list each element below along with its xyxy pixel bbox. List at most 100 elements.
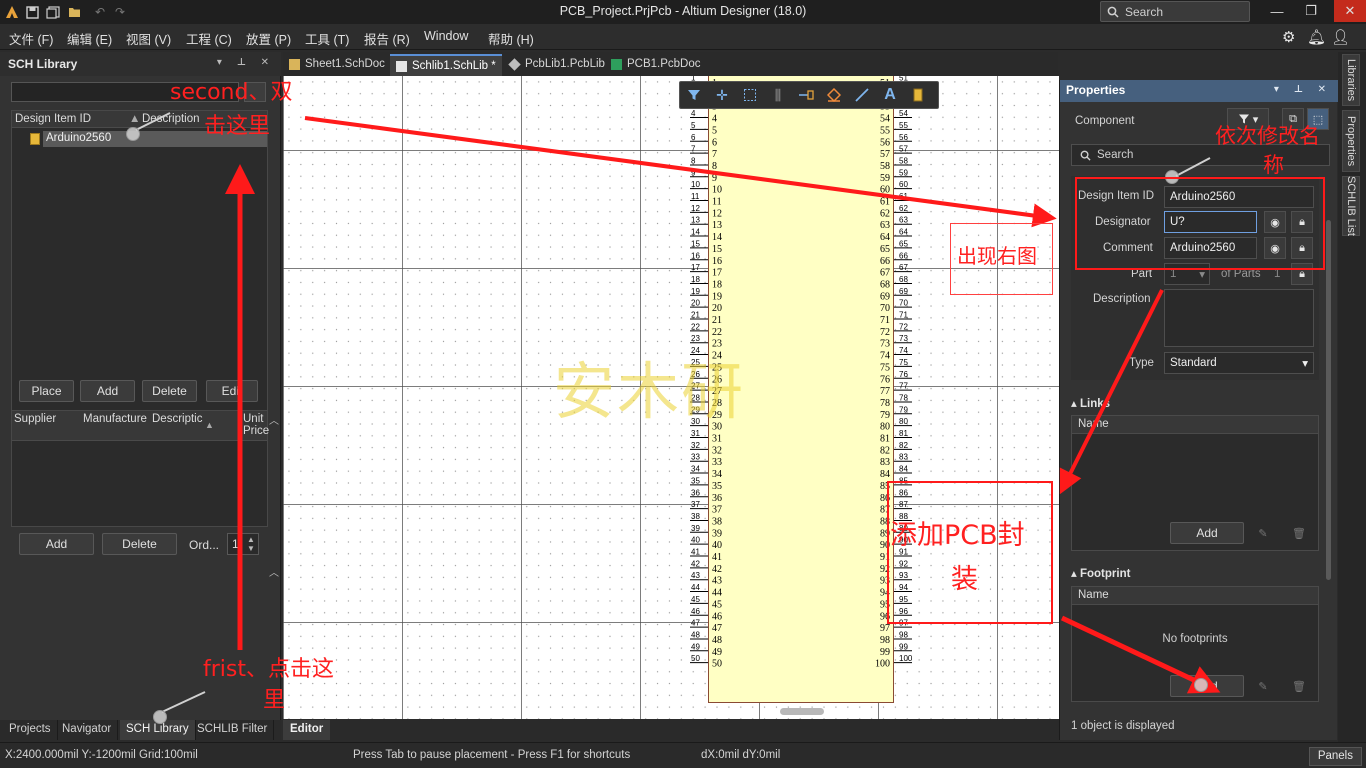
tab-editor[interactable]: Editor bbox=[283, 720, 331, 740]
canvas-scrollbar[interactable] bbox=[780, 708, 824, 715]
properties-scrollbar[interactable] bbox=[1326, 220, 1331, 580]
col-supplier[interactable]: Supplier bbox=[14, 413, 56, 425]
pin-number: 72 bbox=[899, 322, 908, 331]
pin-name: 73 bbox=[880, 339, 890, 350]
pin-name: 22 bbox=[712, 327, 722, 338]
spinner-icon[interactable]: ▲ ▼ bbox=[245, 535, 257, 553]
pin-name: 41 bbox=[712, 552, 722, 563]
tab-pcb1-pcbdoc[interactable]: PCB1.PcbDoc bbox=[605, 54, 707, 76]
place-pin-icon[interactable] bbox=[792, 83, 820, 107]
order-stepper[interactable]: 1 ▲ ▼ bbox=[227, 533, 259, 555]
minimize-button[interactable]: — bbox=[1262, 0, 1292, 22]
links-add-button[interactable]: Add bbox=[1170, 522, 1244, 544]
global-search[interactable]: Search bbox=[1100, 1, 1250, 22]
menu-tools[interactable]: 工具 (T) bbox=[305, 29, 349, 48]
type-label: Type bbox=[1129, 357, 1154, 369]
menu-help[interactable]: 帮助 (H) bbox=[488, 29, 534, 48]
links-col-name[interactable]: Name bbox=[1072, 416, 1318, 434]
delete-button[interactable]: Delete bbox=[142, 380, 197, 402]
pin-number: 9 bbox=[691, 168, 696, 177]
component-part-icon[interactable] bbox=[904, 83, 932, 107]
col-manufacturer[interactable]: Manufacture bbox=[83, 413, 147, 425]
tab-sheet1-schdoc[interactable]: Sheet1.SchDoc bbox=[283, 54, 391, 76]
save-all-icon[interactable] bbox=[45, 4, 61, 20]
gear-icon[interactable]: ⚙ bbox=[1282, 28, 1295, 46]
select-rectangle-icon[interactable] bbox=[736, 83, 764, 107]
pin-name: 71 bbox=[880, 315, 890, 326]
tab-pcblib1-pcblib[interactable]: PcbLib1.PcbLib bbox=[503, 54, 611, 76]
tab-schlib-filter[interactable]: SCHLIB Filter bbox=[191, 720, 275, 740]
tab-properties[interactable]: Properties bbox=[1342, 110, 1360, 172]
col-description[interactable]: Descriptic bbox=[152, 413, 202, 425]
close-button[interactable]: ✕ bbox=[1334, 0, 1366, 22]
col-unit-price[interactable]: Unit Price bbox=[243, 413, 269, 437]
place-button[interactable]: Place bbox=[19, 380, 74, 402]
pin-name: 77 bbox=[880, 386, 890, 397]
text-icon[interactable]: A bbox=[876, 83, 904, 107]
bell-icon[interactable]: 🔔︎ bbox=[1307, 28, 1326, 46]
pencil-icon[interactable]: ✎ bbox=[1252, 675, 1274, 697]
redo-icon[interactable]: ↷ bbox=[112, 4, 128, 20]
menu-file[interactable]: 文件 (F) bbox=[9, 29, 53, 48]
pin-number: 61 bbox=[899, 192, 908, 201]
menu-window[interactable]: Window bbox=[424, 29, 468, 43]
pin-name: 64 bbox=[880, 232, 890, 243]
pin-number: 39 bbox=[691, 524, 700, 533]
properties-title: Properties ▾ ⊥ ✕ bbox=[1060, 80, 1338, 102]
footprint-col-name[interactable]: Name bbox=[1072, 587, 1318, 605]
save-icon[interactable] bbox=[24, 4, 40, 20]
tab-libraries[interactable]: Libraries bbox=[1342, 54, 1360, 106]
supplier-delete-button[interactable]: Delete bbox=[102, 533, 177, 555]
menu-edit[interactable]: 编辑 (E) bbox=[67, 29, 112, 48]
user-icon[interactable]: 👤︎ bbox=[1331, 28, 1350, 46]
pin-number: 45 bbox=[691, 595, 700, 604]
filter-icon[interactable] bbox=[680, 83, 708, 107]
panel-controls-icon[interactable]: ▾ ⊥ ✕ bbox=[1274, 84, 1332, 95]
links-section-title[interactable]: ▴ Links bbox=[1071, 396, 1110, 410]
edit-button[interactable]: Edit bbox=[206, 380, 258, 402]
type-select[interactable]: Standard ▾ bbox=[1164, 352, 1314, 374]
supplier-add-button[interactable]: Add bbox=[19, 533, 94, 555]
draw-shape-icon[interactable] bbox=[820, 83, 848, 107]
pin-name: 50 bbox=[712, 659, 722, 670]
undo-icon[interactable]: ↶ bbox=[92, 4, 108, 20]
open-folder-icon[interactable] bbox=[67, 4, 83, 20]
title-bar: ↶ ↷ PCB_Project.PrjPcb - Altium Designer… bbox=[0, 0, 1366, 24]
menu-project[interactable]: 工程 (C) bbox=[186, 29, 232, 48]
pin-name: 39 bbox=[712, 528, 722, 539]
tab-label: PCB1.PcbDoc bbox=[627, 58, 701, 70]
pin-number: 46 bbox=[691, 607, 700, 616]
properties-search-placeholder: Search bbox=[1097, 149, 1134, 161]
description-field[interactable] bbox=[1164, 289, 1314, 347]
pin-number: 78 bbox=[899, 393, 908, 402]
tab-schlib-list[interactable]: SCHLIB List bbox=[1342, 176, 1360, 236]
align-icon[interactable]: ⫼ bbox=[764, 83, 792, 107]
menu-view[interactable]: 视图 (V) bbox=[126, 29, 171, 48]
panels-button[interactable]: Panels bbox=[1308, 747, 1362, 766]
status-coordinates: X:2400.000mil Y:-1200mil Grid:100mil bbox=[5, 749, 198, 761]
add-button[interactable]: Add bbox=[80, 380, 135, 402]
pin-number: 17 bbox=[691, 263, 700, 272]
restore-button[interactable]: ❐ bbox=[1296, 0, 1326, 22]
pin-number: 56 bbox=[899, 133, 908, 142]
tab-projects[interactable]: Projects bbox=[3, 720, 58, 740]
col-design-item-id[interactable]: Design Item ID bbox=[15, 113, 91, 125]
footprint-section-title[interactable]: ▴ Footprint bbox=[1071, 566, 1130, 580]
collapse-up-icon[interactable]: ︿ bbox=[269, 412, 279, 427]
tab-navigator[interactable]: Navigator bbox=[56, 720, 119, 740]
trash-icon[interactable]: 🗑︎ bbox=[1288, 522, 1310, 544]
pencil-icon[interactable]: ✎ bbox=[1252, 522, 1274, 544]
tab-schlib1-schlib[interactable]: Schlib1.SchLib * bbox=[390, 54, 502, 76]
menu-reports[interactable]: 报告 (R) bbox=[364, 29, 410, 48]
pin-name: 78 bbox=[880, 398, 890, 409]
collapse-up-icon[interactable]: ︿ bbox=[269, 564, 279, 579]
move-icon[interactable]: ✛ bbox=[708, 83, 736, 107]
pin-name: 62 bbox=[880, 208, 890, 219]
menu-place[interactable]: 放置 (P) bbox=[246, 29, 291, 48]
panel-controls-icon[interactable]: ▾ ⊥ ✕ bbox=[217, 57, 275, 68]
pin-name: 75 bbox=[880, 362, 890, 373]
col-description[interactable]: Description bbox=[142, 113, 200, 125]
line-icon[interactable] bbox=[848, 83, 876, 107]
trash-icon[interactable]: 🗑︎ bbox=[1288, 675, 1310, 697]
pin-name: 44 bbox=[712, 588, 722, 599]
